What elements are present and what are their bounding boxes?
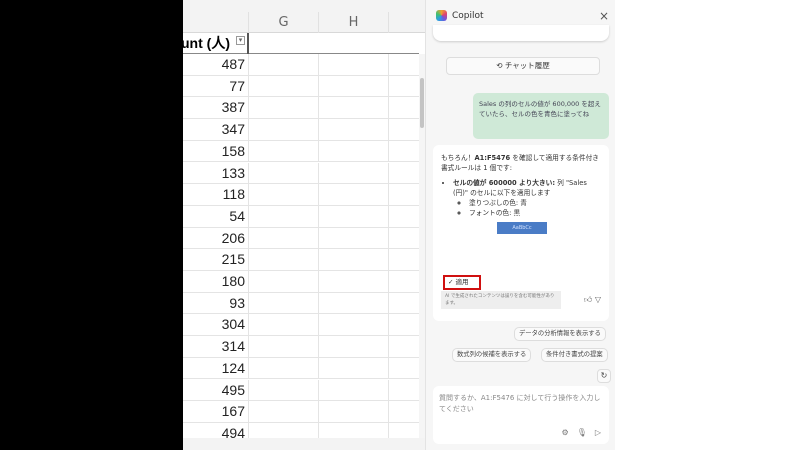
thumbs-down-icon[interactable]: ▽ bbox=[595, 295, 601, 304]
copilot-header: Copilot bbox=[436, 10, 484, 21]
previous-message-card bbox=[433, 25, 609, 41]
table-row[interactable]: 347 bbox=[183, 119, 419, 141]
filter-dropdown-icon[interactable]: ▾ bbox=[236, 36, 245, 45]
table-row[interactable]: 304 bbox=[183, 314, 419, 337]
table-row[interactable]: 54 bbox=[183, 205, 419, 228]
microphone-icon[interactable]: 🎙︎ bbox=[577, 427, 587, 438]
rule-item: セルの値が 600000 より大きい: 列 "Sales (円)" のセルに以下… bbox=[453, 178, 601, 218]
cell-value[interactable]: 215 bbox=[183, 249, 245, 270]
reply-intro: もちろん！A1:F5476 を確認して適用する条件付き書式ルールは 1 個です: bbox=[441, 154, 599, 172]
cell-value[interactable]: 304 bbox=[183, 314, 245, 335]
cell-value[interactable]: 77 bbox=[183, 76, 245, 97]
cell-value[interactable]: 118 bbox=[183, 184, 245, 205]
cell-value[interactable]: 158 bbox=[183, 141, 245, 162]
assistant-message: もちろん！A1:F5476 を確認して適用する条件付き書式ルールは 1 個です:… bbox=[433, 145, 609, 321]
cell-value[interactable]: 495 bbox=[183, 380, 245, 401]
cell-value[interactable]: 387 bbox=[183, 97, 245, 118]
close-icon[interactable]: × bbox=[599, 9, 609, 23]
cell-value[interactable]: 133 bbox=[183, 163, 245, 184]
cell-value[interactable]: 487 bbox=[183, 54, 245, 75]
user-message: Sales の列のセルの値が 600,000 を超えていたら、セルの色を青色に塗… bbox=[473, 93, 609, 139]
input-placeholder: 質問するか、A1:F5476 に対して行う操作を入力してください bbox=[439, 394, 601, 413]
cell-value[interactable]: 314 bbox=[183, 336, 245, 357]
table-row[interactable]: 133 bbox=[183, 162, 419, 185]
ai-disclaimer: AI で生成されたコンテンツは誤りを含む可能性があります。 bbox=[441, 291, 561, 309]
table-row[interactable]: 167 bbox=[183, 401, 419, 423]
spreadsheet[interactable]: G H unt (人) ▾ 487 77 387 347 158 133 118 54 206 2… bbox=[183, 0, 425, 450]
table-row[interactable]: 314 bbox=[183, 336, 419, 358]
column-header-h[interactable]: H bbox=[318, 12, 388, 33]
cell-value[interactable]: 167 bbox=[183, 401, 245, 422]
prompt-input[interactable]: 質問するか、A1:F5476 に対して行う操作を入力してください ⚙ 🎙︎ ▷ bbox=[433, 386, 609, 444]
send-icon[interactable]: ▷ bbox=[595, 427, 601, 438]
black-margin bbox=[0, 0, 183, 450]
table-row[interactable]: 495 bbox=[183, 379, 419, 402]
table-row[interactable]: 124 bbox=[183, 357, 419, 380]
table-row[interactable]: 487 bbox=[183, 54, 419, 76]
apply-button[interactable]: ✓ 適用 bbox=[443, 275, 481, 290]
refresh-suggestions-icon[interactable]: ↻ bbox=[597, 369, 611, 383]
column-header-i[interactable] bbox=[388, 12, 419, 33]
white-margin bbox=[615, 0, 800, 450]
formula-area bbox=[183, 0, 425, 12]
scroll-thumb[interactable] bbox=[420, 78, 424, 128]
table-row[interactable]: 93 bbox=[183, 292, 419, 315]
thumbs-up-icon[interactable]: 👍︎ bbox=[584, 295, 592, 304]
table-row[interactable]: 77 bbox=[183, 75, 419, 98]
suggestion-insights[interactable]: データの分析情報を表示する bbox=[514, 327, 606, 341]
table-row[interactable]: 158 bbox=[183, 140, 419, 163]
cell-value[interactable]: 124 bbox=[183, 358, 245, 379]
font-color: フォントの色: 黒 bbox=[469, 208, 601, 218]
header-cell[interactable]: unt (人) ▾ bbox=[183, 33, 419, 54]
suggestion-conditional-format[interactable]: 条件付き書式の提案 bbox=[541, 348, 608, 362]
history-icon: ⟲ bbox=[496, 61, 505, 70]
table-row[interactable]: 387 bbox=[183, 97, 419, 120]
copilot-title: Copilot bbox=[452, 10, 484, 21]
table-row[interactable]: 206 bbox=[183, 227, 419, 250]
cell-value[interactable]: 54 bbox=[183, 206, 245, 227]
cell-value[interactable]: 206 bbox=[183, 228, 245, 249]
cell-value[interactable]: 180 bbox=[183, 271, 245, 292]
copilot-pane: Copilot × ⟲ チャット履歴 Sales の列のセルの値が 600,00… bbox=[425, 0, 615, 450]
copilot-logo-icon bbox=[436, 10, 447, 21]
header-text: unt (人) bbox=[183, 35, 230, 51]
cell-value[interactable]: 347 bbox=[183, 119, 245, 140]
horizontal-scrollbar[interactable] bbox=[183, 438, 425, 450]
column-headers: G H bbox=[183, 12, 425, 33]
column-header-g[interactable]: G bbox=[248, 12, 318, 33]
cell-value[interactable]: 93 bbox=[183, 293, 245, 314]
table-row[interactable]: 215 bbox=[183, 249, 419, 271]
history-label: チャット履歴 bbox=[504, 61, 550, 70]
format-preview: AaBbCc bbox=[497, 222, 547, 234]
table-row[interactable]: 118 bbox=[183, 184, 419, 206]
prompt-guide-icon[interactable]: ⚙ bbox=[562, 427, 569, 438]
chat-history-button[interactable]: ⟲ チャット履歴 bbox=[446, 57, 600, 75]
table-row[interactable]: 180 bbox=[183, 271, 419, 293]
fill-color: 塗りつぶしの色: 青 bbox=[469, 198, 601, 208]
suggestion-formula-columns[interactable]: 数式列の候補を表示する bbox=[452, 348, 532, 362]
